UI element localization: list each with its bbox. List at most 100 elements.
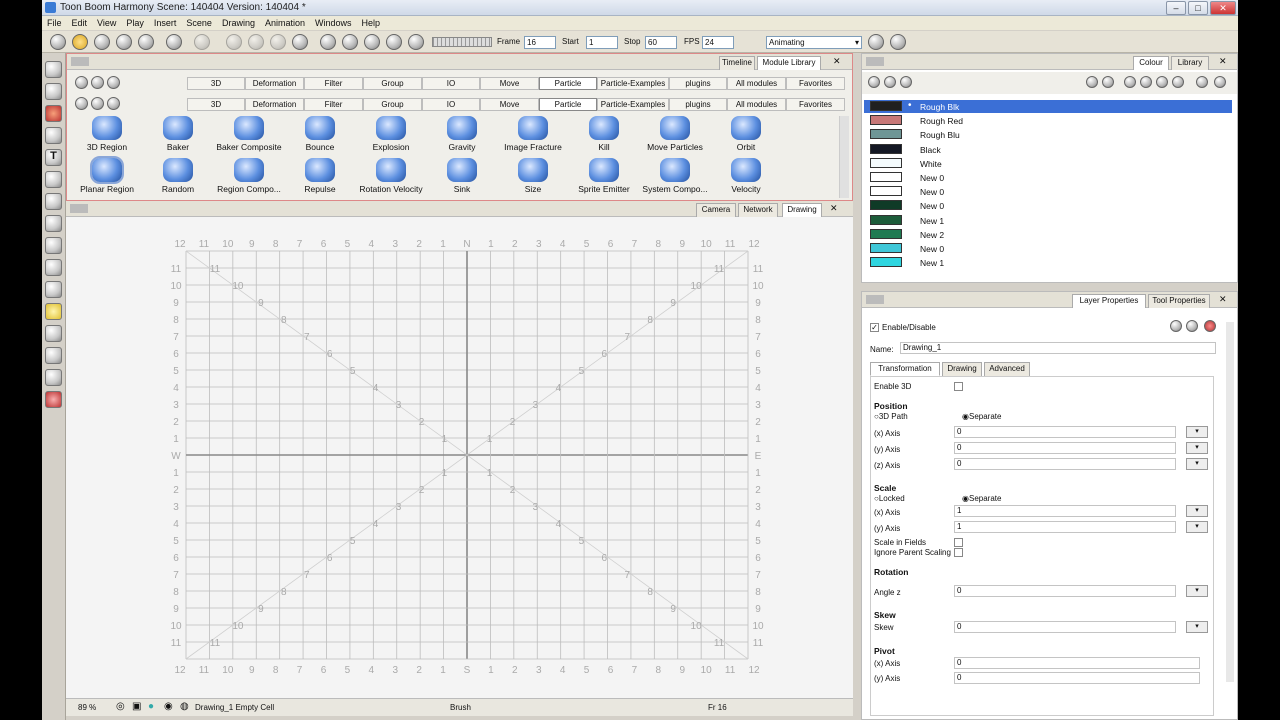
previous-frame-icon[interactable] — [386, 34, 402, 50]
panel-close-icon[interactable]: ✕ — [830, 203, 838, 214]
category-tab-all-modules[interactable]: All modules — [727, 77, 786, 90]
category-tab-plugins[interactable]: plugins — [669, 77, 727, 90]
category-tab-move[interactable]: Move — [480, 98, 539, 111]
text-tool-icon[interactable]: T — [45, 149, 62, 166]
play-icon[interactable] — [320, 34, 336, 50]
loop-icon[interactable] — [364, 34, 380, 50]
cut-icon[interactable] — [226, 34, 242, 50]
texture-icon[interactable] — [1172, 76, 1184, 88]
minimize-button[interactable]: – — [1166, 1, 1186, 15]
category-tab-deformation[interactable]: Deformation — [245, 98, 304, 111]
module-rotation-velocity[interactable]: Rotation Velocity — [356, 158, 426, 194]
module-repulse[interactable]: Repulse — [285, 158, 355, 194]
category-tab-particle-examples[interactable]: Particle-Examples — [597, 98, 669, 111]
fps-field[interactable]: 24 — [702, 36, 734, 49]
palette-icon[interactable] — [1156, 76, 1168, 88]
scale-separate-radio[interactable]: ◉Separate — [962, 494, 1001, 503]
paste-icon[interactable] — [270, 34, 286, 50]
category-tab-io[interactable]: IO — [422, 77, 480, 90]
colour-swatch-row[interactable]: New 0 — [864, 199, 1232, 212]
scale-locked-radio[interactable]: ○Locked — [874, 494, 905, 503]
colour-swatch-row[interactable]: White — [864, 157, 1232, 170]
menu-insert[interactable]: Insert — [149, 16, 182, 30]
panel-close-icon[interactable]: ✕ — [833, 56, 841, 67]
module-gravity[interactable]: Gravity — [427, 116, 497, 152]
render-icon[interactable] — [292, 34, 308, 50]
scale-y-function-button[interactable]: ▾ — [1186, 521, 1208, 533]
category-tab-group[interactable]: Group — [363, 77, 422, 90]
category-tab-filter[interactable]: Filter — [304, 77, 363, 90]
settings-icon[interactable] — [1214, 76, 1226, 88]
tab-timeline[interactable]: Timeline — [719, 56, 755, 70]
pivot-y-field[interactable]: 0 — [954, 672, 1200, 684]
module-planar-region[interactable]: Planar Region — [72, 156, 142, 194]
maximize-button[interactable]: □ — [1188, 1, 1208, 15]
scale-x-function-button[interactable]: ▾ — [1186, 505, 1208, 517]
position-3dpath-radio[interactable]: ○3D Path — [874, 412, 908, 421]
category-tab-move[interactable]: Move — [480, 77, 539, 90]
module-move-particles[interactable]: Move Particles — [640, 116, 710, 152]
open-folder-icon[interactable] — [72, 34, 88, 50]
module-3d-region[interactable]: 3D Region — [72, 116, 142, 152]
brush-tool-icon[interactable] — [45, 105, 62, 122]
colour-swatch-row[interactable]: Rough Blu — [864, 128, 1232, 141]
eraser-tool-icon[interactable] — [45, 171, 62, 188]
module-size[interactable]: Size — [498, 158, 568, 194]
category-tab-filter[interactable]: Filter — [304, 98, 363, 111]
tab-layer-properties[interactable]: Layer Properties — [1072, 294, 1146, 308]
menu-windows[interactable]: Windows — [310, 16, 357, 30]
module-sprite-emitter[interactable]: Sprite Emitter — [569, 158, 639, 194]
tab-tool-properties[interactable]: Tool Properties — [1148, 294, 1210, 308]
animate-mode-icon[interactable] — [868, 34, 884, 50]
module-image-fracture[interactable]: Image Fracture — [498, 116, 568, 152]
undo-icon[interactable] — [166, 34, 182, 50]
skew-field[interactable]: 0 — [954, 621, 1176, 633]
sound-icon[interactable] — [408, 34, 424, 50]
category-tab-3d[interactable]: 3D — [187, 98, 245, 111]
position-y-function-button[interactable]: ▾ — [1186, 442, 1208, 454]
field-chart-grid[interactable]: 12 11 10 9 8 7 6 5 4 3 2 1 N 1 2 3 4 5 6 7 8 9 10 11 1212 11 10 9 8 7… — [66, 217, 853, 697]
panel-menu-icon[interactable] — [866, 295, 884, 304]
scale-x-field[interactable]: 1 — [954, 505, 1176, 517]
start-field[interactable]: 1 — [586, 36, 618, 49]
properties-scrollbar[interactable] — [1226, 322, 1234, 682]
view-mode-icons[interactable] — [75, 76, 123, 90]
angle-z-function-button[interactable]: ▾ — [1186, 585, 1208, 597]
zoom-level[interactable]: 89 % — [78, 703, 96, 712]
play-sound-icon[interactable] — [342, 34, 358, 50]
menu-animation[interactable]: Animation — [260, 16, 310, 30]
tab-library[interactable]: Library — [1171, 56, 1209, 70]
category-tab-particle-examples[interactable]: Particle-Examples — [597, 77, 669, 90]
subtab-advanced[interactable]: Advanced — [984, 362, 1030, 376]
panel-close-icon[interactable]: ✕ — [1219, 56, 1227, 67]
category-tab-favorites[interactable]: Favorites — [786, 77, 845, 90]
module-random[interactable]: Random — [143, 158, 213, 194]
dropper-tool-icon[interactable] — [45, 237, 62, 254]
ink-tool-icon[interactable] — [45, 391, 62, 408]
colour-swatch-row[interactable]: New 2 — [864, 228, 1232, 241]
frame-field[interactable]: 16 — [524, 36, 556, 49]
colour-layer-icon[interactable] — [1204, 320, 1216, 332]
colour-icon[interactable]: ● — [148, 701, 154, 712]
module-kill[interactable]: Kill — [569, 116, 639, 152]
transform-tool-icon[interactable] — [45, 303, 62, 320]
module-bounce[interactable]: Bounce — [285, 116, 355, 152]
pivot-x-field[interactable]: 0 — [954, 657, 1200, 669]
animate-onion-icon[interactable] — [890, 34, 906, 50]
panel-menu-icon[interactable] — [866, 57, 884, 66]
colour-picker-icon[interactable] — [900, 76, 912, 88]
copy-icon[interactable] — [248, 34, 264, 50]
position-separate-radio[interactable]: ◉Separate — [962, 412, 1001, 421]
position-y-field[interactable]: 0 — [954, 442, 1176, 454]
category-tab-3d[interactable]: 3D — [187, 77, 245, 90]
add-colour-icon[interactable] — [868, 76, 880, 88]
morph-tool-icon[interactable] — [45, 369, 62, 386]
colour-swatch-row[interactable]: Rough Blk • — [864, 100, 1232, 113]
menu-view[interactable]: View — [92, 16, 121, 30]
menu-help[interactable]: Help — [357, 16, 386, 30]
close-button[interactable]: ✕ — [1210, 1, 1236, 15]
lock-icon[interactable] — [1186, 320, 1198, 332]
position-x-function-button[interactable]: ▾ — [1186, 426, 1208, 438]
playback-speed-slider[interactable] — [432, 37, 492, 47]
category-tab-favorites[interactable]: Favorites — [786, 98, 845, 111]
